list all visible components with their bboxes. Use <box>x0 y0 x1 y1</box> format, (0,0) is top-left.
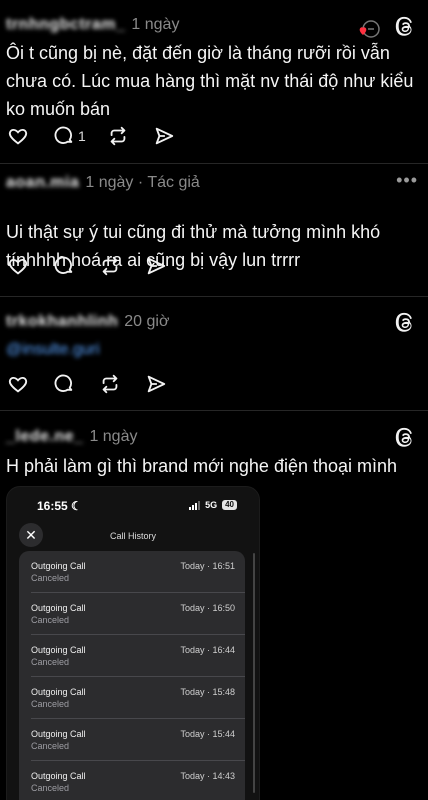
divider <box>0 163 428 164</box>
call-time: Today · 15:48 <box>180 687 235 697</box>
threads-logo-icon[interactable] <box>394 16 416 38</box>
call-row: Outgoing Call Canceled Today · 16:44 <box>19 635 245 677</box>
repost-icon <box>102 374 118 394</box>
call-history-title: Call History <box>109 531 156 541</box>
phone-status-bar: 16:55 ☾ 5G 40 <box>7 497 259 517</box>
username[interactable]: aoan.mia <box>6 174 79 192</box>
call-type: Outgoing Call <box>31 561 86 571</box>
comment-icon <box>54 256 73 274</box>
repost-button[interactable] <box>98 254 122 278</box>
comment-icon <box>54 126 73 144</box>
post-time: 20 giờ <box>124 313 170 330</box>
call-status: Canceled <box>31 783 70 793</box>
share-button[interactable] <box>144 372 168 396</box>
call-row: Outgoing Call Canceled Today · 15:48 <box>19 677 245 719</box>
scrollbar <box>253 553 255 793</box>
divider <box>0 296 428 297</box>
post-meta: trkokhanhlinh 20 giờ <box>6 313 169 331</box>
call-time: Today · 16:44 <box>180 645 235 655</box>
battery-icon: 40 <box>222 500 237 510</box>
status-indicators: 5G 40 <box>189 500 237 510</box>
post-time: 1 ngày <box>89 428 138 445</box>
username[interactable]: _lede.ne_ <box>6 428 83 446</box>
heart-icon <box>8 128 28 145</box>
call-type: Outgoing Call <box>31 645 86 655</box>
call-status: Canceled <box>31 657 70 667</box>
repost-button[interactable] <box>98 372 122 396</box>
action-bar <box>6 254 190 278</box>
username[interactable]: trkokhanhlinh <box>6 313 118 331</box>
call-row: Outgoing Call Canceled Today · 15:44 <box>19 719 245 761</box>
post-time: 1 ngày <box>131 16 180 33</box>
moon-icon: ☾ <box>71 499 82 513</box>
call-row: Outgoing Call Canceled Today · 16:51 <box>19 551 245 593</box>
post-text: Ôi t cũng bị nè, đặt đến giờ là tháng rư… <box>6 43 414 119</box>
like-button[interactable] <box>6 124 30 148</box>
action-bar: 1 <box>6 124 198 148</box>
share-button[interactable] <box>144 254 168 278</box>
network-label: 5G <box>205 500 218 510</box>
more-options-icon[interactable]: ••• <box>396 170 418 191</box>
attached-screenshot[interactable]: 16:55 ☾ 5G 40 ✕ Call History Outgoing Ca… <box>6 486 260 800</box>
call-time: Today · 16:50 <box>180 603 235 613</box>
call-status: Canceled <box>31 699 70 709</box>
heart-filled-icon <box>359 20 380 38</box>
post-time: 1 ngày · Tác giả <box>85 174 200 191</box>
post-meta: trnhngbctram_ 1 ngày <box>6 16 179 34</box>
heart-icon <box>8 258 28 275</box>
username[interactable]: trnhngbctram_ <box>6 16 125 34</box>
reply-button[interactable] <box>52 372 76 396</box>
send-icon <box>147 375 166 393</box>
call-history-list: Outgoing Call Canceled Today · 16:51 Out… <box>19 551 245 800</box>
call-type: Outgoing Call <box>31 603 86 613</box>
call-status: Canceled <box>31 615 70 625</box>
call-time: Today · 15:44 <box>180 729 235 739</box>
heart-icon <box>8 376 28 393</box>
threads-logo-icon[interactable] <box>394 312 416 334</box>
post-meta: _lede.ne_ 1 ngày <box>6 428 137 446</box>
reply-count: 1 <box>78 128 86 144</box>
like-button[interactable] <box>6 254 30 278</box>
liked-indicator <box>358 18 380 40</box>
send-icon <box>147 257 166 275</box>
reply-button[interactable] <box>52 254 76 278</box>
post-meta: aoan.mia 1 ngày · Tác giả <box>6 174 200 192</box>
post-text: H phải làm gì thì brand mới nghe điện th… <box>6 456 398 476</box>
comment-icon <box>54 374 73 392</box>
repost-icon <box>102 256 118 276</box>
call-row: Outgoing Call Canceled Today · 16:50 <box>19 593 245 635</box>
call-type: Outgoing Call <box>31 687 86 697</box>
call-status: Canceled <box>31 573 70 583</box>
call-status: Canceled <box>31 741 70 751</box>
signal-icon <box>189 500 201 510</box>
threads-logo-icon[interactable] <box>394 427 416 449</box>
call-time: Today · 14:43 <box>180 771 235 781</box>
divider <box>0 410 428 411</box>
action-bar <box>6 372 190 396</box>
mention-link[interactable]: @insulte.guri <box>6 341 100 359</box>
send-icon <box>155 127 173 145</box>
status-time: 16:55 ☾ <box>37 499 82 513</box>
call-row: Outgoing Call Canceled Today · 14:43 <box>19 761 245 800</box>
repost-icon <box>110 126 126 146</box>
call-type: Outgoing Call <box>31 729 86 739</box>
share-button[interactable] <box>152 124 176 148</box>
like-button[interactable] <box>6 372 30 396</box>
call-type: Outgoing Call <box>31 771 86 781</box>
reply-button[interactable] <box>52 124 76 148</box>
repost-button[interactable] <box>106 124 130 148</box>
call-time: Today · 16:51 <box>180 561 235 571</box>
